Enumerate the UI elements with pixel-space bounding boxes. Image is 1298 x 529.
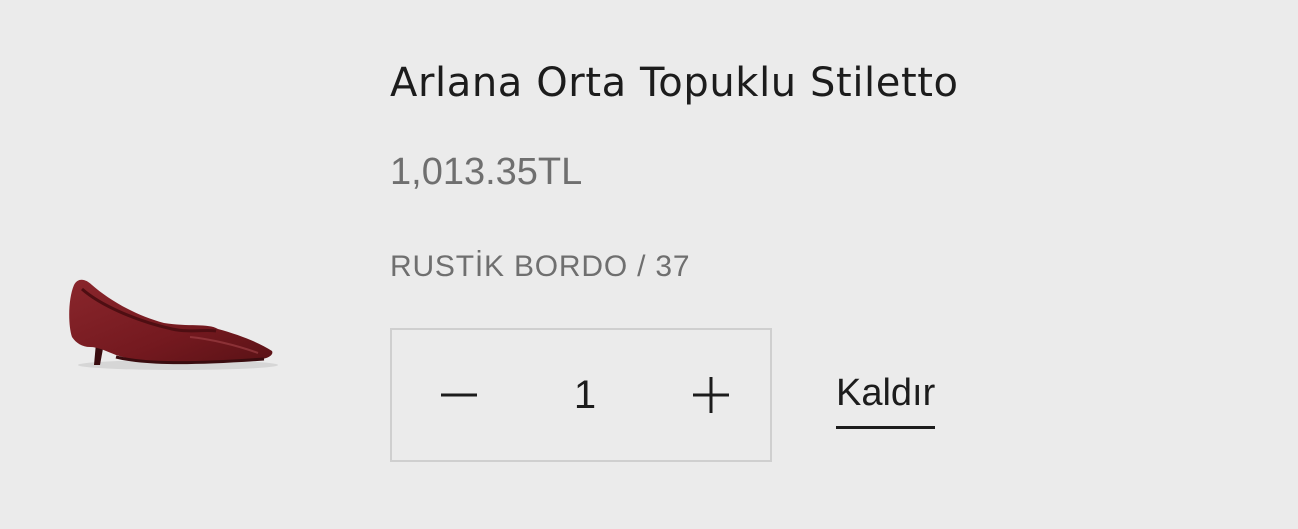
product-variant: RUSTİK BORDO / 37 — [390, 250, 691, 283]
minus-icon — [441, 393, 477, 397]
plus-icon — [693, 377, 729, 413]
product-name[interactable]: Arlana Orta Topuklu Stiletto — [390, 58, 959, 108]
product-price: 1,013.35TL — [390, 151, 583, 193]
quantity-stepper: 1 — [390, 328, 772, 462]
quantity-value[interactable]: 1 — [555, 373, 615, 418]
shoe-icon — [69, 279, 278, 370]
increase-quantity-button[interactable] — [688, 372, 734, 418]
decrease-quantity-button[interactable] — [436, 372, 482, 418]
product-image[interactable] — [60, 265, 285, 380]
product-info: Arlana Orta Topuklu Stiletto 1,013.35TL … — [390, 0, 1270, 529]
cart-item: Arlana Orta Topuklu Stiletto 1,013.35TL … — [0, 0, 1298, 529]
remove-item-button[interactable]: Kaldır — [836, 370, 936, 429]
